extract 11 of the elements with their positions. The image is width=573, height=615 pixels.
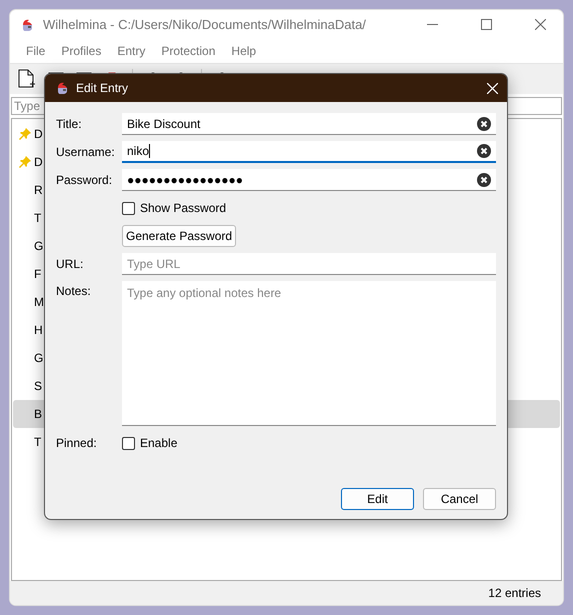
checkbox-label: Show Password — [140, 201, 226, 215]
checkbox-label: Enable — [140, 436, 178, 450]
window-title: Wilhelmina - C:/Users/Niko/Documents/WilhelminaData/ — [43, 17, 366, 32]
dialog-title: Edit Entry — [76, 81, 128, 95]
field-label: URL: — [56, 257, 84, 271]
field-label: Pinned: — [56, 436, 98, 450]
entry-count: 12 entries — [488, 586, 541, 600]
field-label: Title: — [56, 117, 83, 131]
field-label: Notes: — [56, 283, 92, 298]
field-label: Password: — [56, 173, 114, 187]
field-label: Username: — [56, 145, 116, 159]
